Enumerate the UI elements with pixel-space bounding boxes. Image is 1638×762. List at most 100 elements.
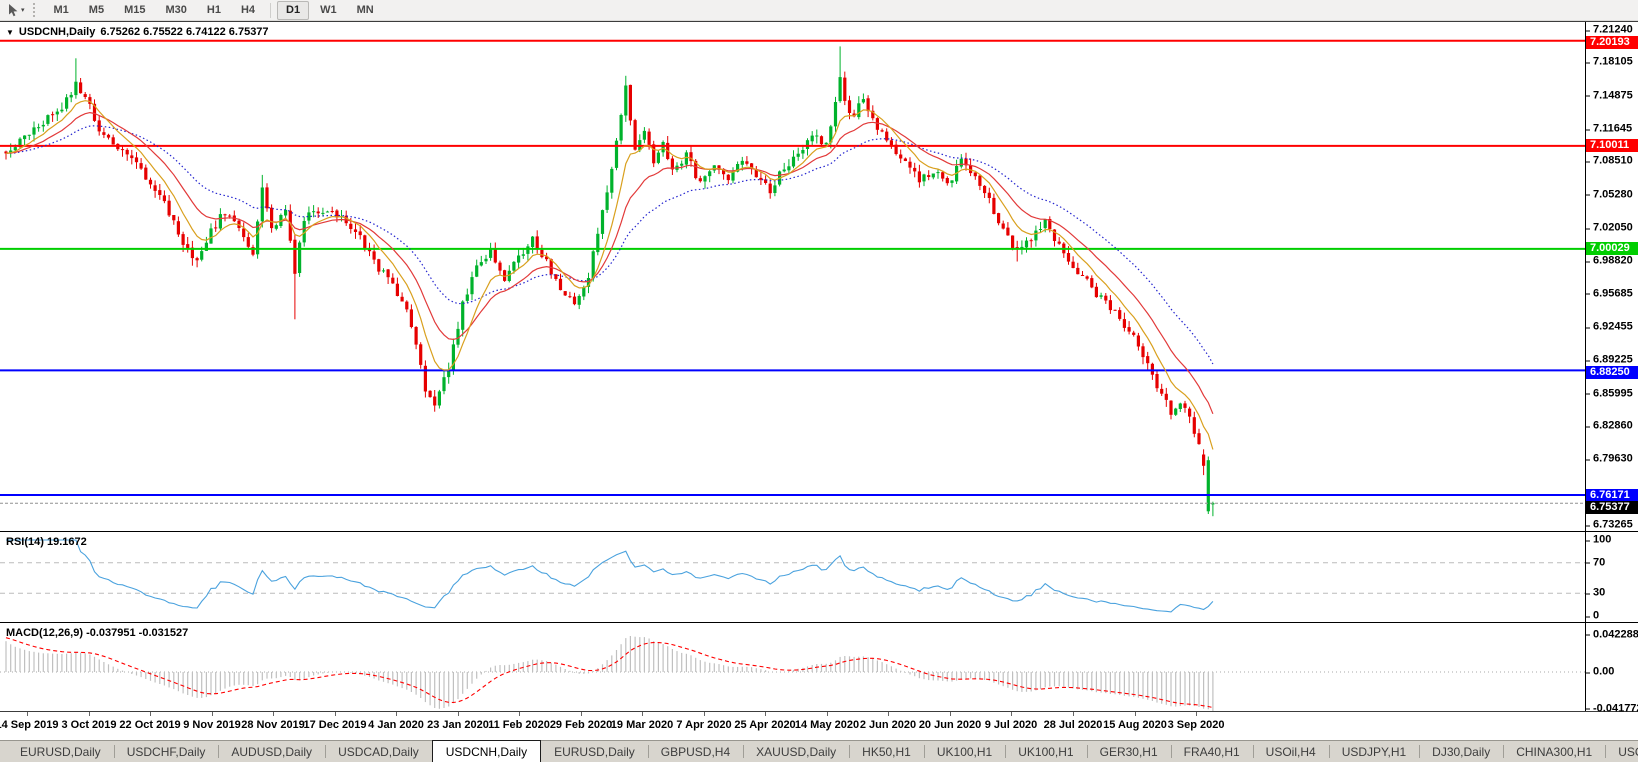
price-axis-tick: 6.95685 [1593, 288, 1633, 299]
chart-tab-dj30-daily[interactable]: DJ30,Daily [1419, 741, 1503, 762]
price-axis-tick: 6.89225 [1593, 355, 1633, 366]
price-axis-tick: 6.73265 [1593, 520, 1633, 531]
macd-indicator-label: MACD(12,26,9) -0.037951 -0.031527 [6, 627, 188, 639]
rsi-axis-tick: 0 [1593, 611, 1599, 622]
chart-window[interactable]: ▼ USDCNH,Daily 6.75262 6.75522 6.74122 6… [0, 21, 1638, 712]
price-tag-7.00029: 7.00029 [1586, 242, 1638, 255]
time-axis-label: 9 Nov 2019 [183, 719, 240, 731]
price-axis-tick: 7.05280 [1593, 189, 1633, 200]
chart-tab-china300-h1[interactable]: CHINA300,H1 [1503, 741, 1605, 762]
price-chart-canvas[interactable] [0, 22, 1585, 531]
timeframe-h4-button[interactable]: H4 [232, 1, 264, 20]
time-axis-label: 25 Apr 2020 [734, 719, 795, 731]
time-axis-tick [581, 712, 582, 716]
timeframe-h1-button[interactable]: H1 [198, 1, 230, 20]
time-axis-tick [765, 712, 766, 716]
chevron-down-icon: ▾ [21, 7, 25, 14]
time-axis-label: 3 Oct 2019 [61, 719, 116, 731]
chart-tab-usdcad-daily[interactable]: USDCAD,Daily [325, 741, 432, 762]
timeframe-button-group: M1M5M15M30H1H4 D1W1MN [44, 1, 384, 20]
time-axis-label: 3 Sep 2020 [1168, 719, 1225, 731]
chart-tab-usdchf-daily[interactable]: USDCHF,Daily [114, 741, 219, 762]
time-axis-tick [888, 712, 889, 716]
time-axis-tick [273, 712, 274, 716]
time-axis-tick [827, 712, 828, 716]
chart-tab-bar: EURUSD,DailyUSDCHF,DailyAUDUSD,DailyUSDC… [0, 740, 1638, 762]
price-axis-tick: 7.21240 [1593, 25, 1633, 36]
toolbar-separator [270, 3, 271, 18]
time-axis-tick [27, 712, 28, 716]
timeframe-m15-button[interactable]: M15 [115, 1, 154, 20]
rsi-indicator-label: RSI(14) 19.1672 [6, 536, 87, 548]
price-axis-tick: 7.18105 [1593, 57, 1633, 68]
rsi-axis-tick: 30 [1593, 588, 1605, 599]
time-axis-tick [642, 712, 643, 716]
price-axis-tick: 6.79630 [1593, 454, 1633, 465]
time-axis-tick [150, 712, 151, 716]
toolbar-grip-handle[interactable] [33, 3, 37, 17]
chart-title: ▼ USDCNH,Daily 6.75262 6.75522 6.74122 6… [6, 26, 269, 38]
time-axis-label: 19 Mar 2020 [611, 719, 673, 731]
time-axis-tick [1011, 712, 1012, 716]
chart-tab-eurusd-daily[interactable]: EURUSD,Daily [7, 741, 114, 762]
chart-tab-hk50-h1[interactable]: HK50,H1 [849, 741, 924, 762]
cursor-icon [8, 4, 19, 17]
chart-tab-uk100-h1[interactable]: UK100,H1 [1005, 741, 1086, 762]
chart-tab-gbpusd-h4[interactable]: GBPUSD,H4 [648, 741, 743, 762]
timeframe-m30-button[interactable]: M30 [156, 1, 195, 20]
chart-tab-xauusd-daily[interactable]: XAUUSD,Daily [743, 741, 849, 762]
time-axis-tick [89, 712, 90, 716]
time-axis-tick [396, 712, 397, 716]
time-axis-label: 20 Jun 2020 [919, 719, 981, 731]
time-axis-label: 23 Jan 2020 [427, 719, 489, 731]
chart-tab-usoil-h4[interactable]: USOil,H4 [1253, 741, 1329, 762]
time-axis-label: 2 Jun 2020 [860, 719, 916, 731]
rsi-axis-tick: 70 [1593, 557, 1605, 568]
macd-axis-tick: 0.042288 [1593, 629, 1638, 640]
rsi-pane-canvas[interactable] [0, 532, 1585, 622]
time-axis-label: 29 Feb 2020 [550, 719, 612, 731]
price-axis-tick: 6.85995 [1593, 388, 1633, 399]
price-axis-tick: 6.92455 [1593, 322, 1633, 333]
timeframe-d1-button[interactable]: D1 [277, 1, 309, 20]
time-axis-label: 15 Aug 2020 [1103, 719, 1167, 731]
price-axis-tick: 7.08510 [1593, 156, 1633, 167]
time-axis-tick [1073, 712, 1074, 716]
collapse-chart-icon[interactable]: ▼ [6, 28, 14, 37]
price-tag-6.75377: 6.75377 [1586, 501, 1638, 514]
chart-tab-uk100-h1[interactable]: UK100,H1 [924, 741, 1005, 762]
chart-tab-audusd-daily[interactable]: AUDUSD,Daily [218, 741, 325, 762]
macd-pane-canvas[interactable] [0, 623, 1585, 711]
chart-tab-ger30-h1[interactable]: GER30,H1 [1087, 741, 1171, 762]
rsi-axis-tick: 100 [1593, 535, 1611, 546]
chart-tab-fra40-h1[interactable]: FRA40,H1 [1171, 741, 1253, 762]
time-axis-label: 14 Sep 2019 [0, 719, 59, 731]
time-axis-label: 28 Nov 2019 [241, 719, 305, 731]
price-axis-tick: 7.14875 [1593, 90, 1633, 101]
time-axis-label: 14 May 2020 [795, 719, 859, 731]
time-axis-label: 9 Jul 2020 [985, 719, 1038, 731]
time-axis-tick [458, 712, 459, 716]
timeframe-m1-button[interactable]: M1 [45, 1, 78, 20]
time-axis-label: 4 Jan 2020 [368, 719, 424, 731]
time-axis-tick [704, 712, 705, 716]
cursor-tool-button[interactable]: ▾ [5, 3, 28, 18]
time-axis-tick [335, 712, 336, 716]
price-axis-tick: 7.02050 [1593, 223, 1633, 234]
time-axis-tick [1135, 712, 1136, 716]
time-axis[interactable]: 14 Sep 20193 Oct 201922 Oct 20199 Nov 20… [0, 712, 1638, 740]
chart-tab-usdcnh-daily[interactable]: USDCNH,Daily [432, 740, 541, 762]
timeframe-m5-button[interactable]: M5 [80, 1, 113, 20]
time-axis-tick [519, 712, 520, 716]
time-axis-label: 11 Feb 2020 [488, 719, 550, 731]
timeframe-w1-button[interactable]: W1 [311, 1, 346, 20]
time-axis-label: 17 Dec 2019 [304, 719, 367, 731]
chart-tab-usdjpy-h1[interactable]: USDJPY,H1 [1329, 741, 1419, 762]
top-toolbar: ▾ M1M5M15M30H1H4 D1W1MN [0, 0, 1638, 21]
chart-tab-eurusd-daily[interactable]: EURUSD,Daily [541, 741, 648, 762]
price-axis[interactable]: 7.212407.201937.181057.148757.116457.100… [1585, 22, 1638, 711]
price-tag-7.10011: 7.10011 [1586, 139, 1638, 152]
time-axis-tick [950, 712, 951, 716]
chart-tab-usoil-h1[interactable]: USOil,H1 [1605, 741, 1638, 762]
timeframe-mn-button[interactable]: MN [348, 1, 383, 20]
